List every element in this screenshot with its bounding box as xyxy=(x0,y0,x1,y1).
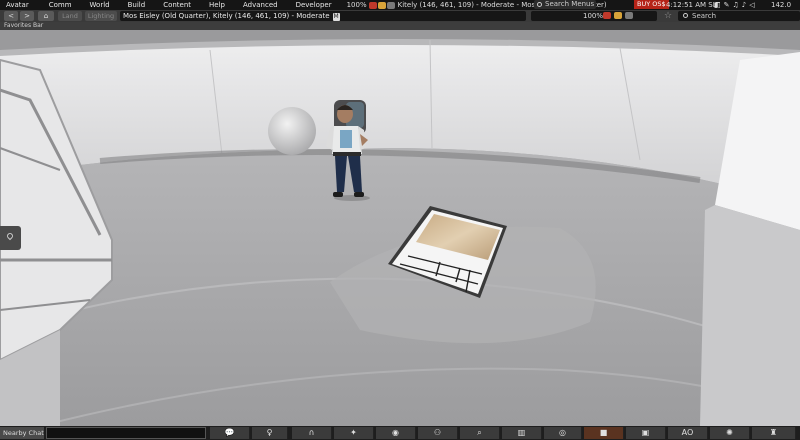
walk-icon[interactable]: ✦ xyxy=(334,427,374,439)
menu-content[interactable]: Content xyxy=(156,0,191,10)
microphone-icon[interactable]: ♀ xyxy=(252,427,288,439)
eye-icon[interactable]: ◉ xyxy=(376,427,416,439)
people-icon[interactable]: ⚇ xyxy=(418,427,458,439)
forward-button[interactable]: > xyxy=(20,11,34,21)
nav-search-placeholder: Search xyxy=(692,12,717,20)
3d-viewport[interactable] xyxy=(0,30,800,426)
location-status-icons xyxy=(603,12,633,19)
menu-advanced[interactable]: Advanced xyxy=(236,0,278,10)
favorites-bar-label: Favorites Bar xyxy=(4,22,44,29)
navigation-bar: < > ⌂ Land Lighting Mos Eisley (Old Quar… xyxy=(0,10,800,22)
menu-zoom-level: 100% xyxy=(346,1,367,9)
speaker-icon[interactable]: ◧ xyxy=(714,1,721,9)
minimap-icon[interactable]: ◎ xyxy=(544,427,582,439)
nav-zoom-level: 100% xyxy=(583,12,604,20)
heart-icon[interactable] xyxy=(368,1,377,9)
volume-icon[interactable]: ◁ xyxy=(749,1,754,9)
menu-bar: Avatar Comm World Build Content Help Adv… xyxy=(0,0,800,10)
maturity-badge: M xyxy=(332,13,340,21)
fps-counter: 142.0 xyxy=(771,1,792,9)
heart-icon[interactable] xyxy=(603,12,611,19)
headphones-icon[interactable]: ∩ xyxy=(292,427,332,439)
camera-icon[interactable]: ■ xyxy=(584,427,624,439)
favorites-bar: Favorites Bar xyxy=(0,22,800,30)
bottom-toolbar: Nearby Chat 💬 ♀ ∩ ✦ ◉ ⚇ ⌕ ▥ ◎ ■ ▣ AO ✺ ♜ xyxy=(0,426,800,440)
search-icon[interactable]: ⌕ xyxy=(460,427,500,439)
map-pin-icon xyxy=(5,231,15,241)
back-button[interactable]: < xyxy=(4,11,18,21)
settings-gear-icon[interactable]: ✺ xyxy=(710,427,750,439)
menu-avatar[interactable]: Avatar xyxy=(0,0,29,10)
nav-search-input[interactable]: Search xyxy=(678,11,800,21)
nearby-chat-button[interactable]: Nearby Chat xyxy=(0,427,44,439)
favorite-star-icon[interactable]: ☆ xyxy=(661,11,675,21)
scene-render xyxy=(0,30,800,426)
minimap-toggle[interactable] xyxy=(0,226,21,250)
menu-search-placeholder: Search Menus xyxy=(545,0,595,8)
ao-button[interactable]: AO xyxy=(668,427,708,439)
menu-world[interactable]: World xyxy=(83,0,110,10)
menu-search-input[interactable]: Search Menus xyxy=(534,0,596,9)
home-button[interactable]: ⌂ xyxy=(38,11,54,21)
buy-currency-button[interactable]: BUY OS$ xyxy=(634,0,669,9)
script-icon[interactable] xyxy=(377,1,386,9)
avatar-icon[interactable] xyxy=(625,12,633,19)
chat-bubble-icon[interactable]: 💬 xyxy=(210,427,250,439)
search-icon xyxy=(537,2,542,7)
avatar-icon[interactable] xyxy=(386,1,395,9)
clock: 4:12:51 AM SLT xyxy=(666,1,720,9)
map-icon[interactable]: ▥ xyxy=(502,427,542,439)
menu-developer[interactable]: Developer xyxy=(289,0,332,10)
chat-input[interactable] xyxy=(46,427,206,439)
menu-build[interactable]: Build xyxy=(121,0,146,10)
music-icon[interactable]: ♫ xyxy=(733,1,739,9)
system-tray: ◧ ✎ ♫ ♪ ◁ xyxy=(714,1,755,9)
location-extra: 100% xyxy=(531,11,657,21)
menu-comm[interactable]: Comm xyxy=(42,0,72,10)
media-icon[interactable]: ♪ xyxy=(742,1,746,9)
land-button[interactable]: Land xyxy=(58,11,82,21)
location-text: Mos Eisley (Old Quarter), Kitely (146, 4… xyxy=(123,12,330,20)
search-icon xyxy=(683,13,688,18)
location-input[interactable]: Mos Eisley (Old Quarter), Kitely (146, 4… xyxy=(120,11,526,21)
lighting-button[interactable]: Lighting xyxy=(85,11,117,21)
parcel-status-icons xyxy=(368,1,395,9)
script-icon[interactable] xyxy=(614,12,622,19)
inventory-icon[interactable]: ▣ xyxy=(626,427,666,439)
wrench-icon[interactable]: ✎ xyxy=(724,1,730,9)
menu-help[interactable]: Help xyxy=(202,0,225,10)
appearance-shirt-icon[interactable]: ♜ xyxy=(752,427,796,439)
